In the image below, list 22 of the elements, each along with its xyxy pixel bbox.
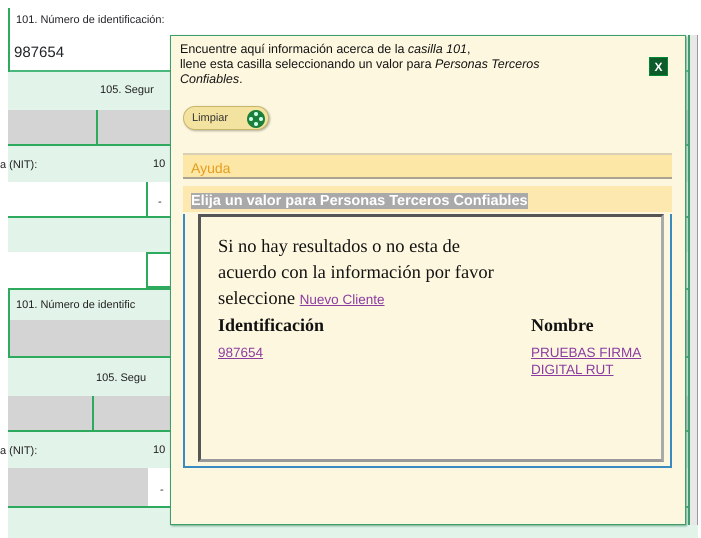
close-button[interactable]: X xyxy=(649,57,668,76)
info-text: Si no hay resultados o no esta de acuerdo con la información por favor seleccione Nuevo Cliente xyxy=(218,236,495,311)
help-text: Encuentre aquí información acerca de la casilla 101, llene esta casilla seleccionando un valor para Personas Terceros Confiables. xyxy=(180,42,540,87)
clear-button[interactable]: Limpiar xyxy=(183,106,269,130)
column-header: Nombre xyxy=(531,314,594,337)
field-label: 101. Número de identificación: xyxy=(15,13,166,28)
field-label: a (NIT): xyxy=(0,444,38,459)
section-header: Ayuda xyxy=(183,153,672,179)
field-label: 105. Segu xyxy=(96,371,146,386)
field-label: 101. Número de identific xyxy=(16,298,136,313)
result-link[interactable]: 987654 xyxy=(218,344,264,361)
field-separator: - xyxy=(158,195,162,210)
field-label: 105. Segur xyxy=(100,83,154,98)
field-label: a (NIT): xyxy=(0,158,38,173)
field-separator: - xyxy=(160,483,164,498)
refresh-icon xyxy=(246,109,266,129)
new-client-link[interactable]: Nuevo Cliente xyxy=(300,292,384,307)
field-label: 10 xyxy=(153,443,166,458)
section-title: Elija un valor para Personas Terceros Confiables xyxy=(191,193,528,209)
column-header: Identificación xyxy=(218,314,324,337)
field-label: 10 xyxy=(153,157,166,172)
result-link[interactable]: PRUEBAS FIRMA DIGITAL RUT xyxy=(531,344,643,378)
